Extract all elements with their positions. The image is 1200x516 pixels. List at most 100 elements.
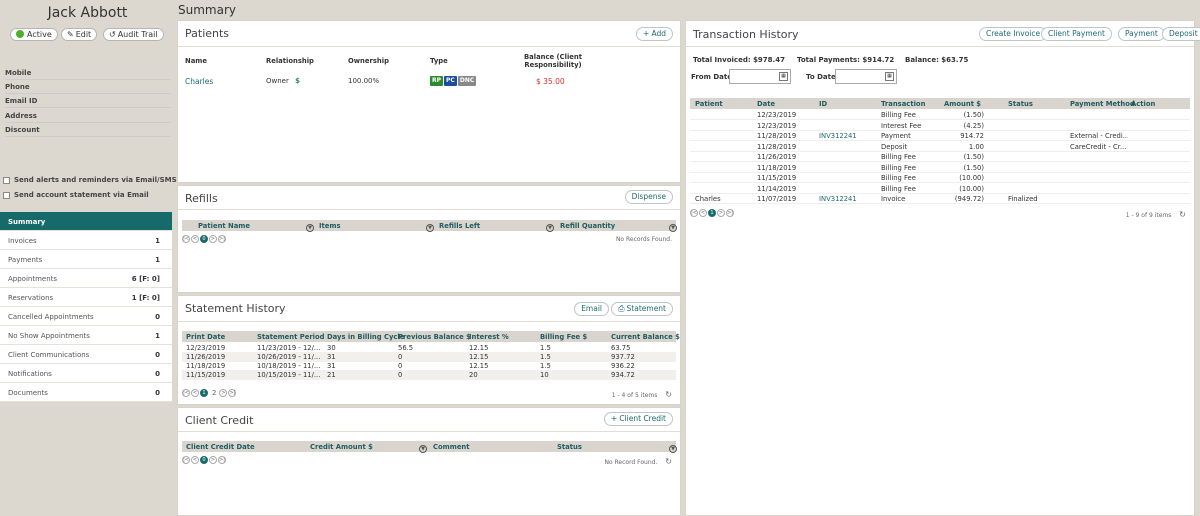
filter-icon[interactable]: ▼ (426, 224, 434, 232)
pencil-icon: ✎ (67, 30, 74, 39)
alerts-option[interactable]: Send alerts and reminders via Email/SMS (3, 176, 177, 184)
nav-reservations[interactable]: Reservations 1 [F: 0] (0, 288, 172, 307)
create-invoice-button[interactable]: Create Invoice (979, 27, 1048, 41)
edit-button[interactable]: ✎ Edit (61, 28, 98, 41)
table-cell: 914.72 (960, 132, 984, 140)
statement-option[interactable]: Send account statement via Email (3, 191, 149, 199)
nav-notifications[interactable]: Notifications 0 (0, 364, 172, 383)
email-button[interactable]: Email (574, 302, 609, 316)
nav-summary[interactable]: Summary (0, 212, 172, 231)
balance: Balance: $63.75 (905, 56, 969, 64)
table-cell: 11/14/2019 (757, 184, 797, 193)
payment-button[interactable]: Payment (1118, 27, 1165, 41)
calendar-icon[interactable]: ▦ (885, 72, 894, 81)
table-cell: 11/28/2019 (757, 132, 797, 140)
alerts-checkbox[interactable] (3, 176, 10, 184)
patients-panel: Patients + Add Name Relationship Ownershi… (177, 20, 681, 183)
table-cell: Billing Fee (881, 184, 916, 193)
to-date-input[interactable]: ▦ (835, 69, 897, 84)
dispense-button[interactable]: Dispense (624, 190, 673, 204)
print-statement-button[interactable]: ⎙ Statement (611, 302, 673, 316)
last-page-icon: >| (228, 389, 237, 397)
table-cell: (949.72) (954, 195, 984, 203)
next-page-icon: > (219, 389, 228, 397)
invoice-id-link[interactable]: INV312241 (819, 195, 877, 203)
nav-communications[interactable]: Client Communications 0 (0, 345, 172, 364)
nav-documents[interactable]: Documents 0 (0, 383, 172, 402)
refresh-icon[interactable]: ↻ (1179, 210, 1186, 219)
credit-pager[interactable]: |< <0 > >| (182, 456, 227, 466)
patients-title: Patients (185, 27, 230, 40)
to-date-label: To Date (806, 73, 836, 81)
first-page-icon: |< (182, 456, 190, 464)
add-patient-button[interactable]: + Add (635, 27, 673, 41)
prev-page-icon: < (699, 209, 707, 217)
nav-cancelled[interactable]: Cancelled Appointments 0 (0, 307, 172, 326)
info-discount: Discount (5, 123, 171, 137)
statement-panel: Statement History Email ⎙ Statement Print… (177, 295, 681, 405)
status-button[interactable]: Active (10, 28, 58, 41)
deposit-button[interactable]: Deposit (1162, 27, 1200, 41)
refills-header: Patient Name ▼ Items ▼ Refills Left ▼ Re… (182, 220, 677, 232)
client-payment-button[interactable]: Client Payment (1041, 27, 1112, 41)
info-phone: Phone (5, 80, 171, 94)
nav-appointments[interactable]: Appointments 6 [F: 0] (0, 269, 172, 288)
statement-title: Statement History (185, 302, 286, 315)
table-cell: 11/28/2019 (757, 142, 797, 151)
table-row: Charles 11/07/2019 INV312241 Invoice (949.72… (690, 194, 1190, 204)
statement-checkbox[interactable] (3, 191, 10, 199)
nav-noshow[interactable]: No Show Appointments 1 (0, 326, 172, 345)
nav-invoices[interactable]: Invoices 1 (0, 231, 172, 250)
refills-title: Refills (185, 192, 218, 205)
from-date-label: From Date (691, 73, 732, 81)
invoice-id-link[interactable]: INV312241 (819, 132, 877, 140)
transaction-pager[interactable]: |< <1 > >| (690, 209, 735, 219)
next-page-icon: > (209, 456, 217, 464)
next-page-icon: > (717, 209, 725, 217)
from-date-input[interactable]: ▦ (729, 69, 791, 84)
table-cell: Billing Fee (881, 153, 916, 161)
filter-icon[interactable]: ▼ (669, 224, 677, 232)
table-cell: 1.00 (968, 142, 984, 151)
statement-pager[interactable]: |< <1 2 > >| (182, 389, 237, 399)
sidebar-nav: Summary Invoices 1 Payments 1 Appointments… (0, 212, 172, 402)
audit-trail-button[interactable]: ↺ Audit Trail (103, 28, 164, 41)
first-page-icon: |< (182, 389, 190, 397)
info-email: Email ID (5, 94, 171, 108)
refresh-icon[interactable]: ↻ (665, 390, 672, 399)
table-row: 12/23/2019 Billing Fee (1.50) (690, 110, 1190, 120)
table-cell: (1.50) (963, 153, 984, 161)
table-cell: Finalized (1008, 195, 1038, 203)
patient-name-link[interactable]: Charles (185, 77, 213, 86)
filter-icon[interactable]: ▼ (669, 445, 677, 453)
calendar-icon[interactable]: ▦ (779, 72, 788, 81)
refills-pager[interactable]: |< <0 > >| (182, 235, 227, 245)
patient-relationship: Owner $ (266, 77, 300, 85)
refills-empty: No Records Found. (615, 236, 672, 243)
col-balance: Balance (Client Responsibility) (524, 53, 582, 69)
nav-payments[interactable]: Payments 1 (0, 250, 172, 269)
filter-icon[interactable]: ▼ (419, 445, 427, 453)
table-cell: Invoice (881, 195, 906, 203)
last-page-icon: >| (218, 235, 226, 243)
dollar-icon: $ (295, 77, 300, 85)
add-client-credit-button[interactable]: + Client Credit (603, 412, 673, 426)
transaction-info: 1 - 9 of 9 items ↻ (1125, 210, 1186, 219)
info-address: Address (5, 109, 171, 123)
table-row: 11/28/2019Deposit1.00CareCredit - Cr...▤ (690, 142, 1190, 152)
client-credit-panel: Client Credit + Client Credit Client Cred… (177, 407, 681, 516)
refresh-icon[interactable]: ↻ (665, 457, 672, 466)
page-1: 1 (200, 389, 208, 397)
table-cell: 11/15/2019 (757, 174, 797, 182)
filter-icon[interactable]: ▼ (546, 224, 554, 232)
refills-panel: Refills Dispense Patient Name ▼ Items ▼ … (177, 185, 681, 293)
table-row: 11/15/2019 Billing Fee (10.00) (690, 173, 1190, 183)
tag-rp: RP (430, 76, 444, 86)
table-cell: 12/23/2019 (757, 121, 797, 130)
col-ownership: Ownership (348, 57, 389, 65)
first-page-icon: |< (182, 235, 190, 243)
table-row: 11/28/2019 INV312241 Payment 914.72 External… (690, 131, 1190, 141)
transaction-panel: Transaction History Create Invoice Clien… (685, 20, 1200, 516)
prev-page-icon: < (191, 389, 199, 397)
filter-icon[interactable]: ▼ (306, 224, 314, 232)
